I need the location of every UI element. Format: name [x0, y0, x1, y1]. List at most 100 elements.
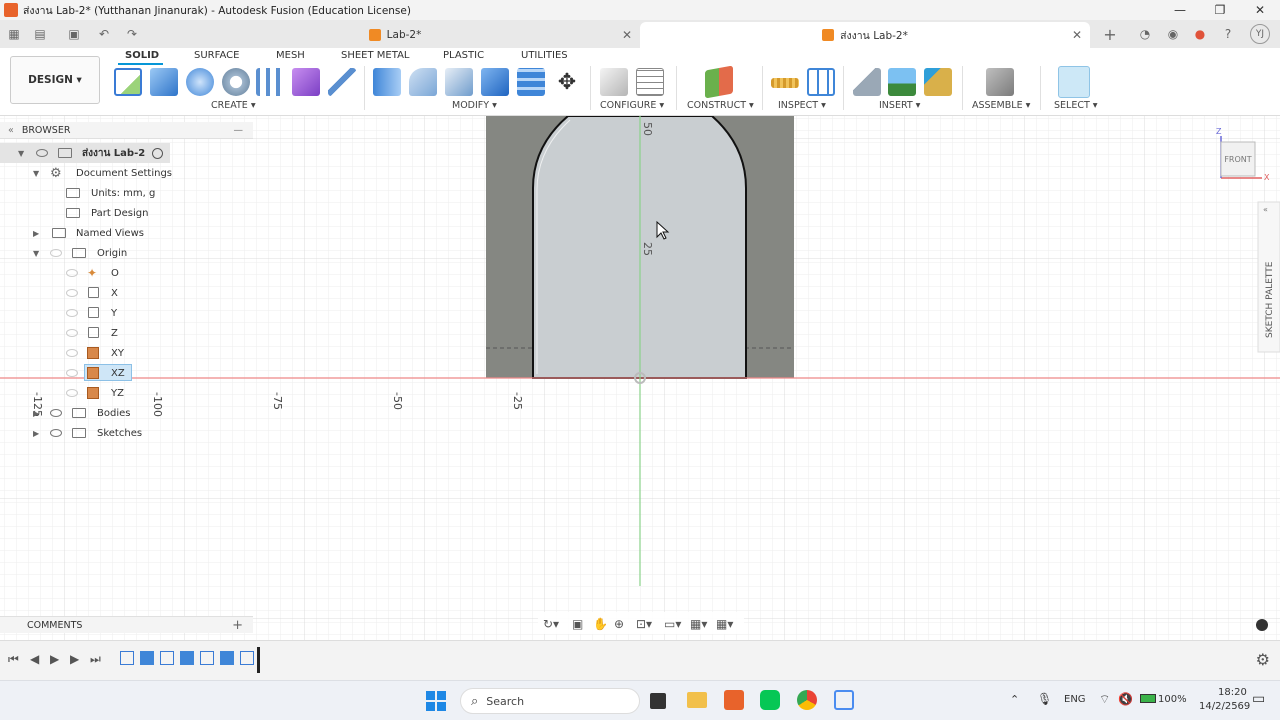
hidden-eye-icon[interactable]: [66, 269, 78, 277]
visibility-eye-icon[interactable]: [50, 409, 62, 417]
hidden-eye-icon[interactable]: [66, 329, 78, 337]
tab-utilities[interactable]: UTILITIES: [521, 50, 568, 61]
wifi-icon[interactable]: ⌔: [1099, 692, 1110, 707]
insert-canvas-icon[interactable]: [888, 68, 916, 96]
zoom-icon[interactable]: ⊕: [614, 617, 624, 631]
windows-start-icon[interactable]: [426, 691, 446, 711]
combine-icon[interactable]: [481, 68, 509, 96]
z-axis-node[interactable]: Z: [0, 323, 253, 343]
step-forward-icon[interactable]: ▶: [70, 652, 79, 666]
hidden-eye-icon[interactable]: [66, 389, 78, 397]
pan-icon[interactable]: ✋: [593, 617, 608, 631]
insert-mesh-icon[interactable]: [924, 68, 952, 96]
input-language[interactable]: ENG: [1064, 694, 1086, 705]
tab-solid[interactable]: SOLID: [125, 50, 159, 61]
bodies-node[interactable]: ▶ Bodies: [0, 403, 253, 423]
xy-plane-node[interactable]: XY: [0, 343, 253, 363]
press-pull-icon[interactable]: [373, 68, 401, 96]
revolve-icon[interactable]: [186, 68, 214, 96]
create-form-icon[interactable]: [292, 68, 320, 96]
new-component-icon[interactable]: [986, 68, 1014, 96]
file-menu-icon[interactable]: ▤: [32, 26, 48, 42]
tab-mesh[interactable]: MESH: [276, 50, 305, 61]
create-group-label[interactable]: CREATE ▾: [211, 100, 256, 111]
origin-node[interactable]: ▼ Origin: [0, 243, 253, 263]
taskbar-search[interactable]: ⌕ Search: [460, 688, 640, 714]
workspace-switcher[interactable]: DESIGN ▾: [10, 56, 100, 104]
units-node[interactable]: Units: mm, g: [0, 183, 253, 203]
notifications-icon[interactable]: ●: [1192, 26, 1208, 42]
play-icon[interactable]: ▶: [50, 652, 59, 666]
grid-settings-icon[interactable]: ▦▾: [690, 617, 707, 631]
tab-lab-2[interactable]: Lab-2* ✕: [150, 22, 640, 48]
go-to-start-icon[interactable]: ⏮: [8, 652, 19, 667]
activate-radio-icon[interactable]: [152, 147, 163, 159]
modify-group-label[interactable]: MODIFY ▾: [452, 100, 497, 111]
job-status-icon[interactable]: ◔: [1137, 26, 1153, 42]
inspect-group-label[interactable]: INSPECT ▾: [778, 100, 826, 111]
fillet-icon[interactable]: [409, 68, 437, 96]
named-views-node[interactable]: ▶ Named Views: [0, 223, 253, 243]
close-window-button[interactable]: ✕: [1240, 0, 1280, 20]
insert-group-label[interactable]: INSERT ▾: [879, 100, 920, 111]
microphone-icon[interactable]: 🎙: [1037, 692, 1052, 706]
browser-root-node[interactable]: ▼ ส่งงาน Lab-2: [0, 143, 170, 163]
maximize-button[interactable]: ❐: [1200, 0, 1240, 20]
extensions-icon[interactable]: ◉: [1165, 26, 1181, 42]
file-explorer-icon[interactable]: [687, 692, 707, 708]
section-analysis-icon[interactable]: [807, 68, 835, 96]
measure-icon[interactable]: [771, 78, 799, 88]
collapse-arrow-icon[interactable]: ▼: [33, 169, 39, 178]
undo-icon[interactable]: ↶: [96, 26, 112, 42]
add-comment-icon[interactable]: +: [232, 618, 243, 633]
save-icon[interactable]: ▣: [66, 26, 82, 42]
tab-plastic[interactable]: PLASTIC: [443, 50, 484, 61]
minimize-browser-icon[interactable]: —: [234, 125, 244, 136]
hole-icon[interactable]: [222, 68, 250, 96]
move-copy-icon[interactable]: ✥: [553, 68, 581, 96]
timeline-extrude-icon[interactable]: [220, 651, 234, 665]
timeline-extrude-icon[interactable]: [140, 651, 154, 665]
timeline-sketch-icon[interactable]: [160, 651, 174, 665]
sketches-node[interactable]: ▶ Sketches: [0, 423, 253, 443]
select-icon[interactable]: [1058, 66, 1090, 98]
notification-center-icon[interactable]: ▭: [1252, 691, 1265, 707]
tab-surface[interactable]: SURFACE: [194, 50, 239, 61]
derive-icon[interactable]: [328, 68, 356, 96]
timeline-extrude-icon[interactable]: [180, 651, 194, 665]
collapse-arrow-icon[interactable]: ▼: [33, 249, 39, 258]
tab-sheet-metal[interactable]: SHEET METAL: [341, 50, 409, 61]
line-app-icon[interactable]: [760, 690, 780, 710]
orbit-icon[interactable]: ↻▾: [543, 617, 559, 631]
origin-point-node[interactable]: ✦ O: [0, 263, 253, 283]
configure-icon[interactable]: [600, 68, 628, 96]
speaker-muted-icon[interactable]: 🔇: [1118, 692, 1133, 706]
offset-plane-icon[interactable]: [705, 65, 733, 99]
collapse-arrow-icon[interactable]: ▼: [18, 149, 24, 158]
construct-group-label[interactable]: CONSTRUCT ▾: [687, 100, 754, 111]
fit-icon[interactable]: ⊡▾: [636, 617, 652, 631]
go-to-end-icon[interactable]: ⏭: [90, 652, 101, 667]
timeline-sketch-icon[interactable]: [240, 651, 254, 665]
document-settings-node[interactable]: ▼ ⚙ Document Settings: [0, 163, 253, 183]
x-axis-node[interactable]: X: [0, 283, 253, 303]
help-icon[interactable]: ?: [1220, 26, 1236, 42]
close-tab-icon[interactable]: ✕: [622, 28, 632, 42]
split-icon[interactable]: [517, 68, 545, 96]
timeline-sketch-icon[interactable]: [200, 651, 214, 665]
tab-active-lab-2[interactable]: ส่งงาน Lab-2* ✕: [640, 22, 1090, 48]
redo-icon[interactable]: ↷: [124, 26, 140, 42]
visibility-eye-icon[interactable]: [36, 149, 48, 157]
step-back-icon[interactable]: ◀: [30, 652, 39, 666]
timeline-settings-gear-icon[interactable]: ⚙: [1256, 650, 1270, 669]
part-design-node[interactable]: Part Design: [0, 203, 253, 223]
xz-plane-node[interactable]: XZ: [0, 363, 253, 383]
select-group-label[interactable]: SELECT ▾: [1054, 100, 1098, 111]
snipping-tool-icon[interactable]: [834, 690, 854, 710]
create-sketch-icon[interactable]: [114, 68, 142, 96]
expand-arrow-icon[interactable]: ▶: [33, 429, 39, 438]
battery-icon[interactable]: [1140, 694, 1156, 703]
hidden-eye-icon[interactable]: [66, 369, 78, 377]
pattern-icon[interactable]: [256, 68, 284, 96]
expand-palette-icon[interactable]: «: [1263, 205, 1268, 214]
